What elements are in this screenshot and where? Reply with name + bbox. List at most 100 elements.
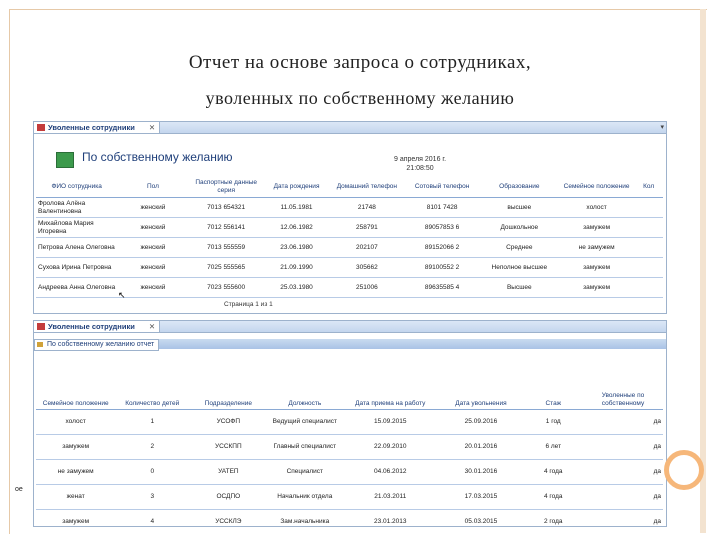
cell: УССКЛЭ xyxy=(189,509,268,526)
column-header[interactable]: Должность xyxy=(267,389,343,410)
report-icon xyxy=(37,323,45,330)
cell: 89057853 6 xyxy=(404,217,480,238)
employee-table: ФИО сотрудника Пол Паспортные данные сер… xyxy=(36,177,663,298)
tab-label: Уволенные сотрудники xyxy=(48,322,135,331)
dismissal-table: Семейное положение Количество детей Подр… xyxy=(36,389,663,526)
cell: 3 xyxy=(115,484,190,510)
page-indicator: Страница 1 из 1 xyxy=(224,301,273,308)
cell: 4 года xyxy=(523,459,584,485)
cell: 202107 xyxy=(329,237,405,258)
cell: Зам.начальника xyxy=(267,509,343,526)
report-table-icon xyxy=(56,152,74,168)
column-header[interactable]: Уволенные по собственному xyxy=(583,389,663,410)
cell: 89100552 2 xyxy=(404,257,480,278)
cell: Петрова Алена Олеговна xyxy=(36,237,118,258)
cell: 05.03.2015 xyxy=(438,509,524,526)
cell: Фролова Алёна Валентиновна xyxy=(36,197,118,218)
close-icon[interactable]: ✕ xyxy=(149,322,155,331)
table-row[interactable]: женат 3 ОСДПО Начальник отдела 21.03.201… xyxy=(36,484,663,510)
table-row[interactable]: Андреева Анна Олеговна женский 7023 5556… xyxy=(36,277,663,298)
cell: Главный специалист xyxy=(267,434,343,460)
cell: замужем xyxy=(36,509,116,526)
column-header[interactable]: Пол xyxy=(117,177,189,198)
cell: 7025 555565 xyxy=(188,257,264,278)
cell: 258791 xyxy=(329,217,405,238)
table-row[interactable]: Фролова Алёна Валентиновна женский 7013 … xyxy=(36,197,663,218)
cell: женский xyxy=(117,197,189,218)
cell: Начальник отдела xyxy=(267,484,343,510)
cell: УАТЕП xyxy=(189,459,268,485)
table-row[interactable]: Петрова Алена Олеговна женский 7013 5555… xyxy=(36,237,663,258)
cell: 1 год xyxy=(523,409,584,435)
report-date-time: 21:08:50 xyxy=(406,165,434,172)
column-header[interactable]: Паспортные данные серия xyxy=(188,177,264,198)
cell: ОСДПО xyxy=(189,484,268,510)
column-header[interactable]: Образование xyxy=(479,177,559,198)
cell: 305662 xyxy=(329,257,405,278)
cell: 15.09.2015 xyxy=(342,409,439,435)
cell: да xyxy=(583,459,663,485)
cell: 11.05.1981 xyxy=(263,197,330,218)
column-header[interactable]: ФИО сотрудника xyxy=(36,177,118,198)
cell: 251006 xyxy=(329,277,405,298)
cell: не замужем xyxy=(36,459,116,485)
chevron-down-icon[interactable]: ▾ xyxy=(660,123,664,131)
column-header[interactable]: Семейное положение xyxy=(36,389,116,410)
cell: 7013 654321 xyxy=(188,197,264,218)
cell: замужем xyxy=(558,217,635,238)
cell: 23.06.1980 xyxy=(263,237,330,258)
cell: да xyxy=(583,484,663,510)
tab-uvolennye-sotrudniki[interactable]: Уволенные сотрудники ✕ xyxy=(34,122,161,133)
table-row[interactable]: не замужем 0 УАТЕП Специалист 04.06.2012… xyxy=(36,459,663,485)
cell: 25.09.2016 xyxy=(438,409,524,435)
cell: Высшее xyxy=(479,277,559,298)
cell: Среднее xyxy=(479,237,559,258)
cell: 22.09.2010 xyxy=(342,434,439,460)
tab-bar: Уволенные сотрудники ✕ xyxy=(34,321,666,333)
column-header[interactable]: Стаж xyxy=(523,389,584,410)
table-row[interactable]: холост 1 УСОФП Ведущий специалист 15.09.… xyxy=(36,409,663,435)
report-icon xyxy=(37,124,45,131)
column-header[interactable]: Сотовый телефон xyxy=(404,177,480,198)
cell xyxy=(634,217,663,238)
table-row[interactable]: замужем 4 УССКЛЭ Зам.начальника 23.01.20… xyxy=(36,509,663,526)
cell: 7013 555559 xyxy=(188,237,264,258)
column-header[interactable]: Дата рождения xyxy=(263,177,330,198)
cell: 8101 7428 xyxy=(404,197,480,218)
mouse-cursor-icon: ↖ xyxy=(118,290,126,300)
column-header[interactable]: Подразделение xyxy=(189,389,268,410)
column-header[interactable]: Дата приема на работу xyxy=(342,389,439,410)
column-header[interactable]: Количество детей xyxy=(115,389,190,410)
tab-bar: Уволенные сотрудники ✕ ▾ xyxy=(34,122,666,134)
cell: Сухова Ирина Петровна xyxy=(36,257,118,278)
cell: 23.01.2013 xyxy=(342,509,439,526)
tab-uvolennye-sotrudniki[interactable]: Уволенные сотрудники ✕ xyxy=(34,321,161,332)
slide-title-line1: Отчет на основе запроса о сотрудниках, xyxy=(188,52,532,73)
subtab-report[interactable]: По собственному желанию отчет xyxy=(34,339,160,351)
column-header[interactable]: Домашний телефон xyxy=(329,177,405,198)
cell: 21.03.2011 xyxy=(342,484,439,510)
cell: Дошкольное xyxy=(479,217,559,238)
cell: да xyxy=(583,434,663,460)
cell: да xyxy=(583,409,663,435)
column-header[interactable]: Семейное положение xyxy=(558,177,635,198)
close-icon[interactable]: ✕ xyxy=(149,123,155,132)
column-header[interactable]: Дата увольнения xyxy=(438,389,524,410)
cell: женский xyxy=(117,237,189,258)
report-window-bottom: Уволенные сотрудники ✕ По собственному ж… xyxy=(33,320,667,527)
cell: 2 года xyxy=(523,509,584,526)
cell: 17.03.2015 xyxy=(438,484,524,510)
cell: 6 лет xyxy=(523,434,584,460)
report-icon xyxy=(37,342,43,347)
cell: 04.06.2012 xyxy=(342,459,439,485)
table-row[interactable]: замужем 2 УССКПП Главный специалист 22.0… xyxy=(36,434,663,460)
cell: 25.03.1980 xyxy=(263,277,330,298)
column-header[interactable]: Кол xyxy=(634,177,663,198)
subtab-label: По собственному желанию отчет xyxy=(47,341,155,348)
table-row[interactable]: Сухова Ирина Петровна женский 7025 55556… xyxy=(36,257,663,278)
table-row[interactable]: Михайлова Мария Игоревна женский 7012 55… xyxy=(36,217,663,238)
report-title: По собственному желанию xyxy=(82,150,233,164)
cell: 2 xyxy=(115,434,190,460)
slide-title-line2: уволенных по собственному желанию xyxy=(205,88,515,108)
cell: 12.06.1982 xyxy=(263,217,330,238)
